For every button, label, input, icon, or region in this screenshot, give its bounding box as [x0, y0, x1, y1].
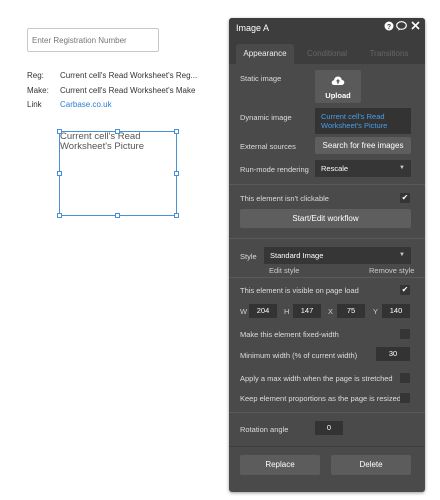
resize-handle-b[interactable]	[115, 213, 120, 218]
help-icon[interactable]: ?	[383, 21, 394, 32]
divider	[229, 412, 425, 413]
keep-proportions-label: Keep element proportions as the page is …	[240, 394, 401, 403]
x-label: X	[328, 307, 334, 316]
tab-conditional[interactable]: Conditional	[299, 44, 355, 64]
check-icon: ✔	[401, 285, 409, 294]
x-input[interactable]: 75	[337, 304, 365, 318]
comment-icon[interactable]	[396, 21, 407, 32]
resize-handle-tr[interactable]	[174, 129, 179, 134]
rotation-angle-input[interactable]: 0	[315, 421, 343, 435]
tab-transitions[interactable]: Transitions	[359, 44, 419, 64]
make-key: Make:	[27, 86, 49, 95]
resize-handle-tl[interactable]	[57, 129, 62, 134]
replace-button[interactable]: Replace	[240, 455, 320, 475]
height-label: H	[284, 307, 290, 316]
style-label: Style	[240, 252, 257, 261]
static-image-label: Static image	[240, 74, 282, 83]
carbase-link[interactable]: Carbase.co.uk	[60, 100, 112, 109]
not-clickable-label: This element isn't clickable	[240, 194, 329, 203]
divider	[229, 184, 425, 185]
divider	[229, 446, 425, 447]
image-element[interactable]: Current cell's Read Worksheet's Picture	[57, 129, 179, 218]
panel-titlebar[interactable]: Image A ?	[229, 18, 425, 38]
panel-tabs: Appearance Conditional Transitions	[229, 38, 425, 64]
reg-key: Reg:	[27, 71, 44, 80]
dynamic-image-label: Dynamic image	[240, 113, 292, 122]
max-width-label: Apply a max width when the page is stret…	[240, 374, 393, 383]
upload-button[interactable]: Upload	[315, 70, 361, 103]
close-icon[interactable]	[410, 21, 421, 32]
resize-handle-r[interactable]	[174, 171, 179, 176]
height-input[interactable]: 147	[293, 304, 321, 318]
chevron-down-icon: ▼	[399, 165, 405, 171]
not-clickable-checkbox[interactable]: ✔	[400, 193, 410, 203]
style-select[interactable]: Standard Image ▼	[264, 247, 411, 264]
upload-label: Upload	[325, 91, 351, 100]
visible-on-load-label: This element is visible on page load	[240, 286, 359, 295]
chevron-down-icon: ▼	[399, 252, 405, 258]
svg-text:?: ?	[386, 24, 390, 31]
cloud-upload-icon	[331, 75, 345, 88]
y-label: Y	[373, 307, 379, 316]
keep-proportions-checkbox[interactable]	[400, 393, 410, 403]
resize-handle-br[interactable]	[174, 213, 179, 218]
divider	[229, 238, 425, 239]
make-value: Current cell's Read Worksheet's Make	[60, 86, 196, 95]
run-mode-value: Rescale	[321, 164, 349, 173]
registration-input[interactable]	[27, 28, 159, 52]
edit-style-link[interactable]: Edit style	[269, 266, 299, 275]
width-label: W	[240, 307, 248, 316]
property-editor-panel: Image A ? Appearance Conditional Transit…	[229, 18, 425, 492]
check-icon: ✔	[401, 193, 409, 202]
run-mode-label: Run-mode rendering	[240, 165, 309, 174]
resize-handle-t[interactable]	[115, 129, 120, 134]
style-value: Standard Image	[270, 251, 324, 260]
remove-style-link[interactable]: Remove style	[369, 266, 414, 275]
max-width-checkbox[interactable]	[400, 373, 410, 383]
make-row: Make: Current cell's Read Worksheet's Mak…	[27, 86, 195, 95]
link-row: Link Carbase.co.uk	[27, 100, 112, 109]
min-width-input[interactable]: 30	[376, 347, 410, 361]
reg-row: Reg: Current cell's Read Worksheet's Reg.…	[27, 71, 197, 80]
tab-appearance[interactable]: Appearance	[236, 44, 294, 64]
resize-handle-bl[interactable]	[57, 213, 62, 218]
min-width-label: Minimum width (% of current width)	[240, 351, 358, 360]
delete-button[interactable]: Delete	[331, 455, 411, 475]
rotation-angle-label: Rotation angle	[240, 425, 289, 434]
fixed-width-label: Make this element fixed-width	[240, 330, 339, 339]
image-placeholder-text: Current cell's Read Worksheet's Picture	[60, 131, 145, 152]
divider	[229, 277, 425, 278]
search-free-images-button[interactable]: Search for free images	[315, 137, 411, 154]
dynamic-image-field[interactable]: Current cell's Read Worksheet's Picture	[315, 108, 411, 134]
reg-value: Current cell's Read Worksheet's Reg...	[60, 71, 198, 80]
start-edit-workflow-button[interactable]: Start/Edit workflow	[240, 209, 411, 228]
visible-on-load-checkbox[interactable]: ✔	[400, 285, 410, 295]
panel-title: Image A	[236, 23, 270, 33]
resize-handle-l[interactable]	[57, 171, 62, 176]
run-mode-select[interactable]: Rescale ▼	[315, 160, 411, 177]
external-sources-label: External sources	[240, 142, 296, 151]
link-key: Link	[27, 100, 42, 109]
fixed-width-checkbox[interactable]	[400, 329, 410, 339]
width-input[interactable]: 204	[249, 304, 277, 318]
y-input[interactable]: 140	[382, 304, 410, 318]
